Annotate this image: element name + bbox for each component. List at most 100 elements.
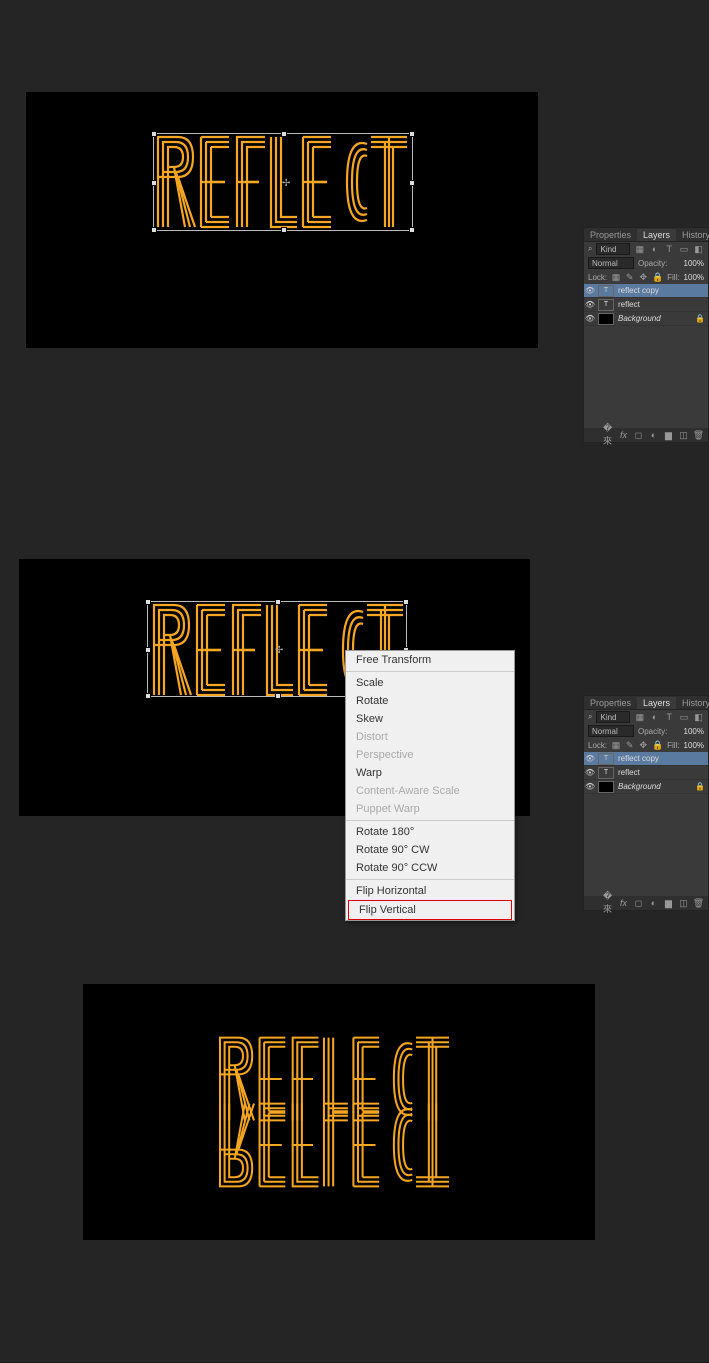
panel-tabs: Properties Layers History ▸ xyxy=(584,696,708,710)
tab-history[interactable]: History xyxy=(676,697,709,709)
visibility-toggle[interactable]: 👁 xyxy=(584,300,596,309)
lock-transparency-icon[interactable]: ▦ xyxy=(611,740,621,751)
filter-shape-icon[interactable]: ▭ xyxy=(679,244,690,255)
opacity-value[interactable]: 100% xyxy=(684,259,704,268)
group-icon[interactable]: ▆ xyxy=(663,430,674,441)
new-icon[interactable]: ◫ xyxy=(678,898,689,909)
canvas[interactable]: ✢ xyxy=(26,92,538,348)
layer-reflect-copy[interactable]: 👁 T reflect copy xyxy=(584,752,708,766)
lock-position-icon[interactable]: ✥ xyxy=(638,272,648,283)
layer-name[interactable]: reflect copy xyxy=(616,286,659,295)
adjust-icon[interactable]: ◐ xyxy=(648,430,659,441)
new-icon[interactable]: ◫ xyxy=(678,430,689,441)
filter-smart-icon[interactable]: ◧ xyxy=(693,244,704,255)
menu-skew[interactable]: Skew xyxy=(346,710,514,728)
lock-all-icon[interactable]: 🔒 xyxy=(652,740,663,751)
layer-thumb-type-icon: T xyxy=(598,767,614,779)
transform-context-menu: Free Transform Scale Rotate Skew Distort… xyxy=(345,650,515,921)
mask-icon[interactable]: ◻ xyxy=(633,430,644,441)
menu-distort: Distort xyxy=(346,728,514,746)
menu-content-aware-scale: Content-Aware Scale xyxy=(346,782,514,800)
layers-panel: Properties Layers History ▸ ⌕ Kind ▦ ◐ T… xyxy=(583,227,709,443)
filter-pixel-icon[interactable]: ▦ xyxy=(634,712,645,723)
tab-properties[interactable]: Properties xyxy=(584,697,637,709)
text-layer-reflect[interactable] xyxy=(153,132,413,232)
tab-layers[interactable]: Layers xyxy=(637,697,676,709)
tab-history[interactable]: History xyxy=(676,229,709,241)
trash-icon[interactable]: 🗑 xyxy=(693,430,704,441)
menu-rotate-90-cw[interactable]: Rotate 90° CW xyxy=(346,841,514,859)
layer-name[interactable]: reflect xyxy=(616,768,640,777)
mask-icon[interactable]: ◻ xyxy=(633,898,644,909)
tutorial-step-1: ✢ Properties Layers History ▸ ⌕ Kind ▦ ◐… xyxy=(0,0,709,468)
lock-row: Lock: ▦ ✎ ✥ 🔒 Fill: 100% xyxy=(584,270,708,284)
menu-free-transform[interactable]: Free Transform xyxy=(346,651,514,669)
trash-icon[interactable]: 🗑 xyxy=(693,898,704,909)
fx-icon[interactable]: fx xyxy=(618,898,629,909)
menu-warp[interactable]: Warp xyxy=(346,764,514,782)
layer-background[interactable]: 👁 Background 🔒 xyxy=(584,780,708,794)
lock-transparency-icon[interactable]: ▦ xyxy=(611,272,621,283)
visibility-toggle[interactable]: 👁 xyxy=(584,754,596,763)
layer-thumb-icon xyxy=(598,313,614,325)
menu-flip-horizontal[interactable]: Flip Horizontal xyxy=(346,882,514,900)
filter-pixel-icon[interactable]: ▦ xyxy=(634,244,645,255)
fill-value[interactable]: 100% xyxy=(684,741,704,750)
fill-value[interactable]: 100% xyxy=(684,273,704,282)
tab-layers[interactable]: Layers xyxy=(637,229,676,241)
layer-background[interactable]: 👁 Background 🔒 xyxy=(584,312,708,326)
lock-all-icon[interactable]: 🔒 xyxy=(652,272,663,283)
opacity-value[interactable]: 100% xyxy=(684,727,704,736)
layer-thumb-type-icon: T xyxy=(598,299,614,311)
link-icon[interactable]: �來 xyxy=(603,898,614,909)
lock-icon: 🔒 xyxy=(695,782,705,791)
filter-smart-icon[interactable]: ◧ xyxy=(693,712,704,723)
blend-row: Normal Opacity: 100% xyxy=(584,256,708,270)
adjust-icon[interactable]: ◐ xyxy=(648,898,659,909)
visibility-toggle[interactable]: 👁 xyxy=(584,314,596,323)
tutorial-step-2: ✢ Free Transform Scale Rotate Skew Disto… xyxy=(0,468,709,922)
layer-name[interactable]: Background xyxy=(616,314,661,323)
lock-pixels-icon[interactable]: ✎ xyxy=(625,272,635,283)
lock-row: Lock: ▦ ✎ ✥ 🔒 Fill: 100% xyxy=(584,738,708,752)
lock-label: Lock: xyxy=(588,741,607,750)
tutorial-step-3 xyxy=(0,922,709,1362)
visibility-toggle[interactable]: 👁 xyxy=(584,768,596,777)
canvas[interactable] xyxy=(83,984,595,1240)
lock-pixels-icon[interactable]: ✎ xyxy=(625,740,635,751)
kind-filter[interactable]: Kind xyxy=(596,243,630,255)
layer-reflect[interactable]: 👁 T reflect xyxy=(584,298,708,312)
link-icon[interactable]: �來 xyxy=(603,430,614,441)
layer-thumb-icon xyxy=(598,781,614,793)
layer-reflect[interactable]: 👁 T reflect xyxy=(584,766,708,780)
fill-label: Fill: xyxy=(667,741,679,750)
layer-reflect-copy[interactable]: 👁 T reflect copy xyxy=(584,284,708,298)
filter-type-icon[interactable]: T xyxy=(664,712,675,723)
layers-bottom-bar: �來 fx ◻ ◐ ▆ ◫ 🗑 xyxy=(584,428,708,442)
filter-shape-icon[interactable]: ▭ xyxy=(679,712,690,723)
layers-bottom-bar: �來 fx ◻ ◐ ▆ ◫ 🗑 xyxy=(584,896,708,910)
kind-filter[interactable]: Kind xyxy=(596,711,630,723)
menu-rotate[interactable]: Rotate xyxy=(346,692,514,710)
filter-type-icon[interactable]: T xyxy=(664,244,675,255)
layer-name[interactable]: reflect xyxy=(616,300,640,309)
group-icon[interactable]: ▆ xyxy=(663,898,674,909)
blend-mode-select[interactable]: Normal xyxy=(588,725,634,737)
layer-name[interactable]: reflect copy xyxy=(616,754,659,763)
blend-mode-select[interactable]: Normal xyxy=(588,257,634,269)
lock-position-icon[interactable]: ✥ xyxy=(638,740,648,751)
visibility-toggle[interactable]: 👁 xyxy=(584,286,596,295)
layer-thumb-type-icon: T xyxy=(598,285,614,297)
visibility-toggle[interactable]: 👁 xyxy=(584,782,596,791)
menu-rotate-90-ccw[interactable]: Rotate 90° CCW xyxy=(346,859,514,877)
filter-adjust-icon[interactable]: ◐ xyxy=(649,712,660,723)
tab-properties[interactable]: Properties xyxy=(584,229,637,241)
menu-scale[interactable]: Scale xyxy=(346,674,514,692)
fx-icon[interactable]: fx xyxy=(618,430,629,441)
layer-name[interactable]: Background xyxy=(616,782,661,791)
menu-rotate-180[interactable]: Rotate 180° xyxy=(346,823,514,841)
menu-perspective: Perspective xyxy=(346,746,514,764)
filter-adjust-icon[interactable]: ◐ xyxy=(649,244,660,255)
menu-separator xyxy=(346,879,514,880)
menu-flip-vertical[interactable]: Flip Vertical xyxy=(348,900,512,920)
